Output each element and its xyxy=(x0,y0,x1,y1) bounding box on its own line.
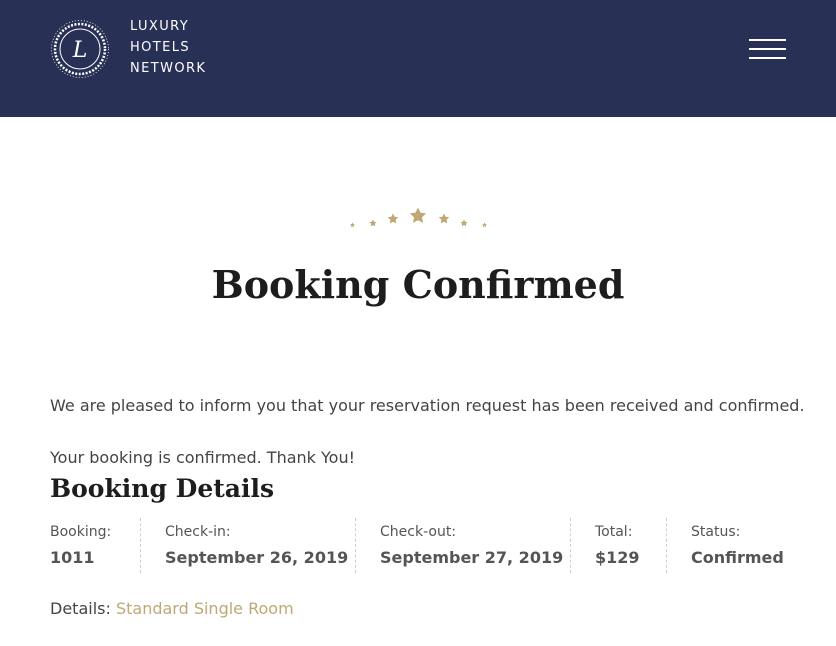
menu-bar xyxy=(749,39,786,41)
thank-you-message: Your booking is confirmed. Thank You! xyxy=(50,448,355,467)
total-value: $129 xyxy=(595,548,640,567)
column-divider xyxy=(570,518,571,573)
star-icon xyxy=(438,213,450,224)
status-value: Confirmed xyxy=(691,548,784,567)
star-icon xyxy=(387,213,399,224)
booking-summary: Booking: 1011 Check-in: September 26, 20… xyxy=(0,518,836,573)
column-divider xyxy=(140,518,141,573)
logo-emblem-icon[interactable]: L xyxy=(50,16,110,82)
menu-bar xyxy=(749,57,786,59)
check-out-value: September 27, 2019 xyxy=(380,548,564,567)
column-divider xyxy=(355,518,356,573)
total-label: Total: xyxy=(595,524,633,540)
logo-monogram: L xyxy=(72,38,88,63)
check-in-value: September 26, 2019 xyxy=(165,548,349,567)
check-out-label: Check-out: xyxy=(380,524,457,540)
site-header: L LUXURY HOTELS NETWORK xyxy=(0,0,836,117)
menu-bar xyxy=(749,48,786,50)
hamburger-menu-icon[interactable] xyxy=(749,38,786,60)
logo-wordmark[interactable]: LUXURY HOTELS NETWORK xyxy=(130,16,206,79)
star-icon xyxy=(369,219,377,227)
column-divider xyxy=(666,518,667,573)
star-rating-icon xyxy=(350,207,487,228)
star-icon xyxy=(409,207,427,223)
star-icon xyxy=(482,222,487,228)
page-title: Booking Confirmed xyxy=(211,262,625,307)
booking-value: 1011 xyxy=(50,548,95,567)
logo-line-3: NETWORK xyxy=(130,61,207,76)
logo-line-2: HOTELS xyxy=(130,40,191,55)
room-details-label: Details: xyxy=(50,599,111,618)
confirmation-message: We are pleased to inform you that your r… xyxy=(50,396,805,415)
booking-details-heading: Booking Details xyxy=(50,474,275,503)
star-icon xyxy=(460,219,468,227)
room-details: Details: Standard Single Room xyxy=(50,599,294,618)
check-in-label: Check-in: xyxy=(165,524,231,540)
star-icon xyxy=(350,222,355,228)
room-type-link[interactable]: Standard Single Room xyxy=(116,599,294,618)
booking-label: Booking: xyxy=(50,524,112,540)
status-label: Status: xyxy=(691,524,741,540)
logo-line-1: LUXURY xyxy=(130,19,190,34)
